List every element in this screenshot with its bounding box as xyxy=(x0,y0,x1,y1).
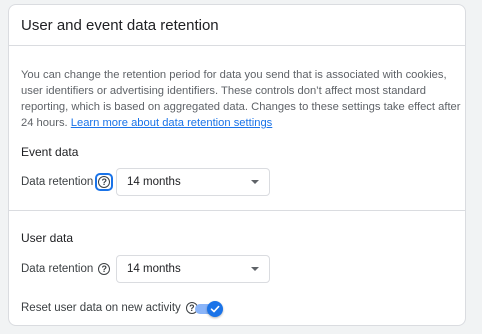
data-retention-card: User and event data retention You can ch… xyxy=(8,4,466,326)
learn-more-link[interactable]: Learn more about data retention settings xyxy=(71,117,273,129)
event-retention-select[interactable]: 14 months xyxy=(116,168,270,196)
dropdown-arrow-icon xyxy=(251,180,259,184)
check-icon xyxy=(210,305,220,313)
user-retention-label-row: Data retention ? xyxy=(21,263,111,275)
user-retention-label: Data retention xyxy=(21,263,94,275)
section-divider xyxy=(9,210,465,211)
card-title: User and event data retention xyxy=(21,16,219,34)
reset-user-data-row: Reset user data on new activity ? xyxy=(21,302,198,314)
user-retention-select[interactable]: 14 months xyxy=(116,255,270,283)
retention-description: You can change the retention period for … xyxy=(21,67,465,131)
dropdown-arrow-icon xyxy=(251,267,259,271)
reset-user-data-toggle[interactable] xyxy=(195,301,223,317)
user-retention-value: 14 months xyxy=(127,263,181,275)
event-retention-value: 14 months xyxy=(127,176,181,188)
event-retention-label: Data retention xyxy=(21,176,94,188)
card-header: User and event data retention xyxy=(9,5,465,46)
event-retention-help-button[interactable]: ? xyxy=(95,173,114,191)
event-retention-label-row: Data retention ? xyxy=(21,173,114,191)
user-data-title: User data xyxy=(21,231,74,245)
event-data-title: Event data xyxy=(21,145,79,159)
help-icon: ? xyxy=(98,176,111,188)
reset-user-data-label: Reset user data on new activity xyxy=(21,302,181,314)
help-icon[interactable]: ? xyxy=(98,263,111,275)
toggle-thumb xyxy=(207,301,223,317)
